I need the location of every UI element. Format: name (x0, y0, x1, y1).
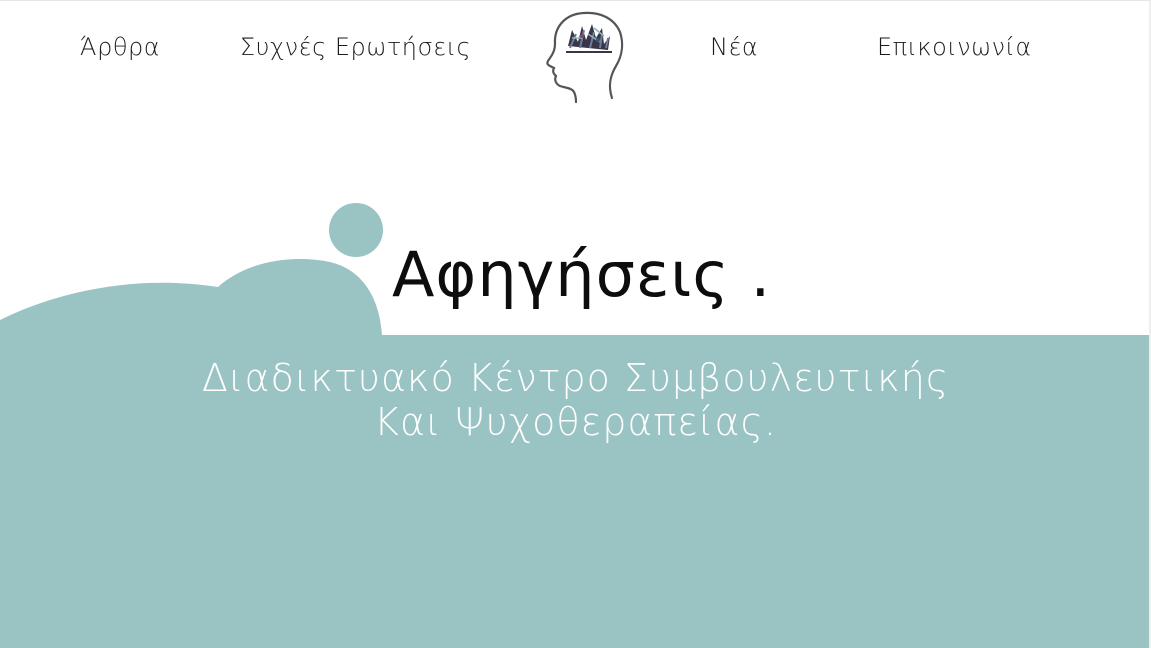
nav-link-faq[interactable]: Συχνές Ερωτήσεις (240, 33, 471, 61)
head-brain-logo-icon (546, 11, 624, 104)
hero-cloud-shape (0, 259, 382, 336)
hero-bubble-dot (329, 203, 383, 257)
brain-cluster (566, 24, 612, 53)
hero-subtitle-line-1: Διαδικτυακό Κέντρο Συμβουλευτικής (201, 356, 950, 400)
hero-title: Αφηγήσεις . (392, 238, 772, 311)
hero-subtitle: Διαδικτυακό Κέντρο Συμβουλευτικής Και Ψυ… (0, 356, 1151, 444)
nav-link-news[interactable]: Νέα (710, 33, 758, 61)
hero-subtitle-line-2: Και Ψυχοθεραπείας. (374, 400, 777, 444)
nav-link-articles[interactable]: Άρθρα (80, 33, 160, 61)
page: Άρθρα Συχνές Ερωτήσεις Νέα Επικοινωνία Α… (0, 0, 1151, 648)
nav-link-contact[interactable]: Επικοινωνία (877, 33, 1032, 61)
home-logo-link[interactable] (542, 8, 626, 104)
